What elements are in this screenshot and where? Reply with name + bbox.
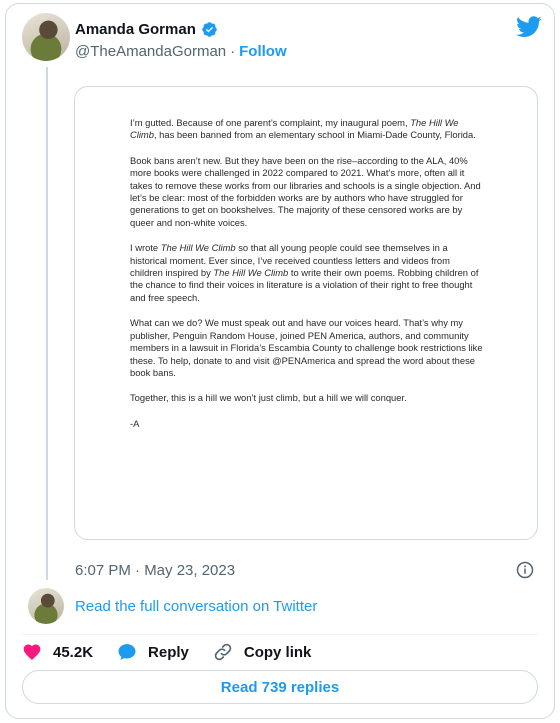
letter-text-run: Together, this is a hill we won’t just c… xyxy=(130,392,407,404)
attached-letter-image[interactable]: I’m gutted. Because of one parent’s comp… xyxy=(74,86,538,540)
letter-italic-text: The Hill We Climb xyxy=(160,242,236,254)
twitter-bird-icon[interactable] xyxy=(516,16,542,38)
author-avatar[interactable] xyxy=(22,13,70,61)
read-full-conversation-link[interactable]: Read the full conversation on Twitter xyxy=(75,598,317,615)
letter-text-run: I wrote xyxy=(130,242,161,254)
letter-paragraph: What can we do? We must speak out and ha… xyxy=(130,317,485,379)
letter-text: I’m gutted. Because of one parent’s comp… xyxy=(130,117,485,443)
letter-text-run: , has been banned from an elementary sch… xyxy=(153,129,476,141)
letter-text-run: What can we do? We must speak out and ha… xyxy=(130,317,483,378)
copy-link-label: Copy link xyxy=(243,643,312,661)
author-display-name[interactable]: Amanda Gorman xyxy=(75,21,196,38)
verified-badge-icon xyxy=(202,21,217,37)
info-icon[interactable] xyxy=(516,561,534,579)
divider xyxy=(22,634,538,635)
tweet-actions: 45.2K Reply Copy link xyxy=(22,640,335,664)
letter-paragraph: Book bans aren’t new. But they have been… xyxy=(130,155,485,229)
author-name-row: Amanda Gorman xyxy=(75,19,218,39)
reply-label: Reply xyxy=(148,643,189,661)
follow-button[interactable]: Follow xyxy=(239,43,287,60)
separator-dot: · xyxy=(230,43,236,60)
letter-italic-text: The Hill We Climb xyxy=(213,267,289,279)
reply-button[interactable]: Reply xyxy=(117,642,189,662)
link-icon xyxy=(214,643,232,661)
like-count: 45.2K xyxy=(53,643,94,661)
author-handle[interactable]: @TheAmandaGorman xyxy=(75,43,226,60)
letter-paragraph: Together, this is a hill we won’t just c… xyxy=(130,392,485,404)
letter-text-run: Book bans aren’t new. But they have been… xyxy=(130,154,481,228)
tweet-timestamp[interactable]: 6:07 PM · May 23, 2023 xyxy=(75,562,235,579)
letter-paragraph: I’m gutted. Because of one parent’s comp… xyxy=(130,117,485,142)
author-handle-row: @TheAmandaGorman · Follow xyxy=(75,43,287,60)
letter-text-run: I’m gutted. Because of one parent’s comp… xyxy=(130,117,411,128)
copy-link-button[interactable]: Copy link xyxy=(213,642,312,662)
heart-icon xyxy=(23,644,41,660)
letter-paragraph: I wrote The Hill We Climb so that all yo… xyxy=(130,242,485,304)
letter-text-run: -A xyxy=(130,417,140,429)
read-replies-button[interactable]: Read 739 replies xyxy=(22,670,538,704)
like-button[interactable]: 45.2K xyxy=(22,642,93,662)
thread-line xyxy=(46,67,48,580)
conversation-avatar xyxy=(28,588,64,624)
letter-paragraph: -A xyxy=(130,418,485,430)
speech-bubble-icon xyxy=(118,644,136,660)
